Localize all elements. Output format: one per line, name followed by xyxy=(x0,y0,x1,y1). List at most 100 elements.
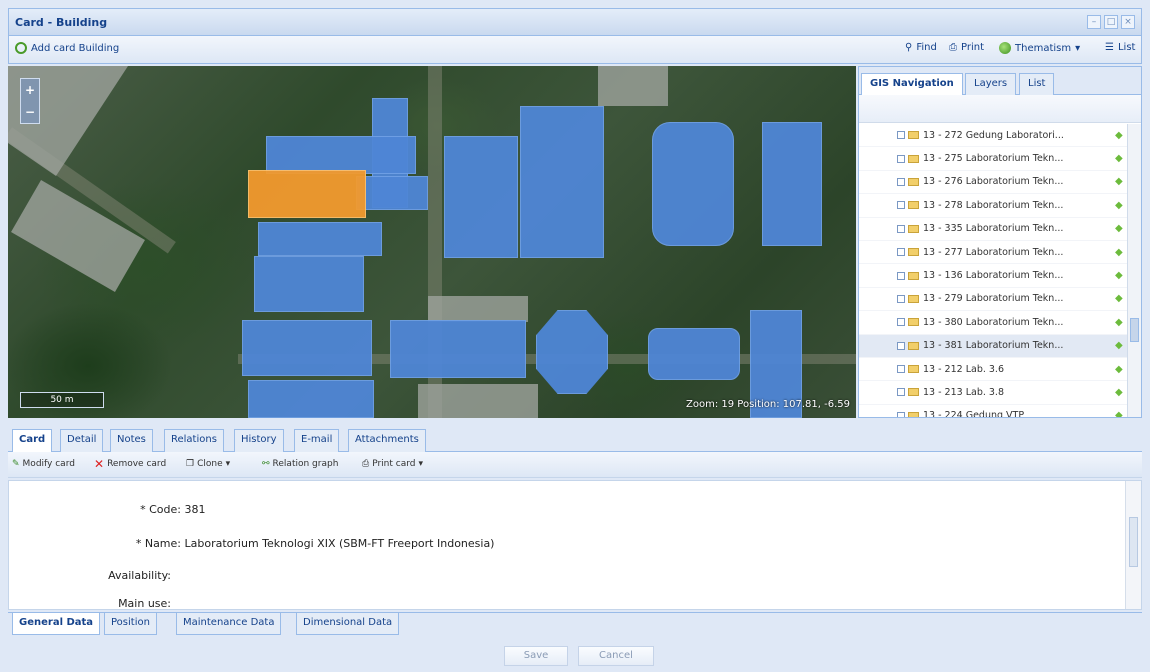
map-pin-icon[interactable]: ◆ xyxy=(1115,293,1123,304)
building-polygon[interactable] xyxy=(536,310,608,394)
tree-row[interactable]: 13 - 335 Laboratorium Tekn... ◆ xyxy=(859,218,1127,241)
building-polygon[interactable] xyxy=(248,380,374,418)
tree-row[interactable]: 13 - 279 Laboratorium Tekn... ◆ xyxy=(859,288,1127,312)
tree-row[interactable]: 13 - 380 Laboratorium Tekn... ◆ xyxy=(859,311,1127,335)
tab-gis-navigation[interactable]: GIS Navigation xyxy=(861,73,963,95)
building-polygon[interactable] xyxy=(648,328,740,380)
gis-map[interactable]: + − 50 m Zoom: 19 Position: 107.81, -6.5… xyxy=(8,66,856,418)
checkbox[interactable] xyxy=(897,341,905,350)
checkbox[interactable] xyxy=(897,318,905,327)
map-pin-icon[interactable]: ◆ xyxy=(1115,247,1123,258)
cancel-button[interactable]: Cancel xyxy=(578,646,654,666)
checkbox[interactable] xyxy=(897,271,905,280)
scroll-thumb[interactable] xyxy=(1129,517,1138,567)
tab-general-data[interactable]: General Data xyxy=(12,613,101,635)
tree-scrollbar[interactable] xyxy=(1127,124,1141,417)
building-polygon[interactable] xyxy=(356,176,428,210)
building-polygon[interactable] xyxy=(444,136,518,258)
tab-position[interactable]: Position xyxy=(104,613,157,635)
building-polygon[interactable] xyxy=(390,320,526,378)
checkbox[interactable] xyxy=(897,154,905,163)
checkbox[interactable] xyxy=(897,177,905,186)
tab-attachments[interactable]: Attachments xyxy=(348,429,426,452)
window-titlebar: Card - Building – □ × xyxy=(8,8,1142,36)
add-card-button[interactable]: Add card Building xyxy=(15,42,119,54)
map-pin-icon[interactable]: ◆ xyxy=(1115,340,1123,351)
tree-row[interactable]: 13 - 136 Laboratorium Tekn... ◆ xyxy=(859,264,1127,288)
building-polygon[interactable] xyxy=(242,320,372,376)
tree-row[interactable]: 13 - 213 Lab. 3.8 ◆ xyxy=(859,381,1127,405)
map-pin-icon[interactable]: ◆ xyxy=(1115,223,1123,234)
tab-relations[interactable]: Relations xyxy=(164,429,224,452)
map-pin-icon[interactable]: ◆ xyxy=(1115,410,1123,417)
find-button[interactable]: ⚲ Find xyxy=(905,42,937,53)
tree-row[interactable]: 13 - 212 Lab. 3.6 ◆ xyxy=(859,358,1127,382)
scroll-thumb[interactable] xyxy=(1130,318,1139,342)
building-polygon[interactable] xyxy=(254,256,364,312)
modify-card-button[interactable]: ✎ Modify card xyxy=(12,459,75,469)
map-pin-icon[interactable]: ◆ xyxy=(1115,317,1123,328)
tab-layers[interactable]: Layers xyxy=(965,73,1017,95)
rooftop-gray xyxy=(428,296,528,322)
map-pin-icon[interactable]: ◆ xyxy=(1115,176,1123,187)
zoom-in-button[interactable]: + xyxy=(21,79,39,101)
building-polygon[interactable] xyxy=(258,222,382,256)
tree-row[interactable]: 13 - 275 Laboratorium Tekn... ◆ xyxy=(859,147,1127,171)
folder-icon xyxy=(908,318,919,327)
form-scrollbar[interactable] xyxy=(1125,481,1141,609)
tree-header xyxy=(859,95,1141,123)
checkbox[interactable] xyxy=(897,365,905,374)
tab-list[interactable]: List xyxy=(1019,73,1055,95)
building-polygon[interactable] xyxy=(762,122,822,246)
tree-row-label: 13 - 136 Laboratorium Tekn... xyxy=(923,270,1064,282)
tab-dimensional-data[interactable]: Dimensional Data xyxy=(296,613,400,635)
checkbox[interactable] xyxy=(897,388,905,397)
building-polygon[interactable] xyxy=(266,136,416,174)
checkbox[interactable] xyxy=(897,224,905,233)
remove-card-button[interactable]: ✕ Remove card xyxy=(94,458,166,470)
tree-row[interactable]: 13 - 272 Gedung Laboratori... ◆ xyxy=(859,124,1127,148)
tab-maintenance-data[interactable]: Maintenance Data xyxy=(176,613,282,635)
clone-button[interactable]: ❐ Clone ▾ xyxy=(186,459,230,469)
close-icon[interactable]: × xyxy=(1121,15,1135,29)
thematism-button[interactable]: Thematism ▾ xyxy=(999,42,1080,54)
clone-icon: ❐ xyxy=(186,459,195,469)
map-pin-icon[interactable]: ◆ xyxy=(1115,153,1123,164)
tree-row[interactable]: 13 - 381 Laboratorium Tekn... ◆ xyxy=(859,334,1127,358)
building-polygon[interactable] xyxy=(652,122,734,246)
checkbox[interactable] xyxy=(897,131,905,140)
tab-card[interactable]: Card xyxy=(12,429,53,452)
relation-graph-button[interactable]: ⚯ Relation graph xyxy=(262,459,338,469)
checkbox[interactable] xyxy=(897,294,905,303)
tab-detail[interactable]: Detail xyxy=(60,429,104,452)
tree-row-label: 13 - 277 Laboratorium Tekn... xyxy=(923,246,1064,258)
tab-notes[interactable]: Notes xyxy=(110,429,153,452)
map-pin-icon[interactable]: ◆ xyxy=(1115,130,1123,141)
save-button[interactable]: Save xyxy=(504,646,568,666)
map-pin-icon[interactable]: ◆ xyxy=(1115,200,1123,211)
checkbox[interactable] xyxy=(897,411,905,417)
folder-icon xyxy=(908,271,919,280)
print-card-button[interactable]: ⎙ Print card ▾ xyxy=(362,459,423,469)
tree-row[interactable]: 13 - 276 Laboratorium Tekn... ◆ xyxy=(859,171,1127,195)
map-pin-icon[interactable]: ◆ xyxy=(1115,364,1123,375)
tree-row[interactable]: 13 - 277 Laboratorium Tekn... ◆ xyxy=(859,241,1127,265)
chevron-down-icon: ▾ xyxy=(225,459,231,469)
zoom-out-button[interactable]: − xyxy=(21,101,39,123)
folder-icon xyxy=(908,131,919,140)
tab-history[interactable]: History xyxy=(234,429,284,452)
map-pin-icon[interactable]: ◆ xyxy=(1115,270,1123,281)
map-pin-icon[interactable]: ◆ xyxy=(1115,387,1123,398)
tree-row[interactable]: 13 - 224 Gedung VTP ◆ xyxy=(859,405,1127,417)
list-button[interactable]: ☰ List xyxy=(1105,42,1135,53)
graph-icon: ⚯ xyxy=(262,459,270,469)
building-polygon[interactable] xyxy=(520,106,604,258)
tree-row[interactable]: 13 - 278 Laboratorium Tekn... ◆ xyxy=(859,194,1127,218)
print-button[interactable]: ⎙ Print xyxy=(949,42,984,53)
tab-email[interactable]: E-mail xyxy=(294,429,340,452)
maximize-icon[interactable]: □ xyxy=(1104,15,1118,29)
checkbox[interactable] xyxy=(897,201,905,210)
minimize-icon[interactable]: – xyxy=(1087,15,1101,29)
selected-building-polygon[interactable] xyxy=(248,170,366,218)
checkbox[interactable] xyxy=(897,248,905,257)
